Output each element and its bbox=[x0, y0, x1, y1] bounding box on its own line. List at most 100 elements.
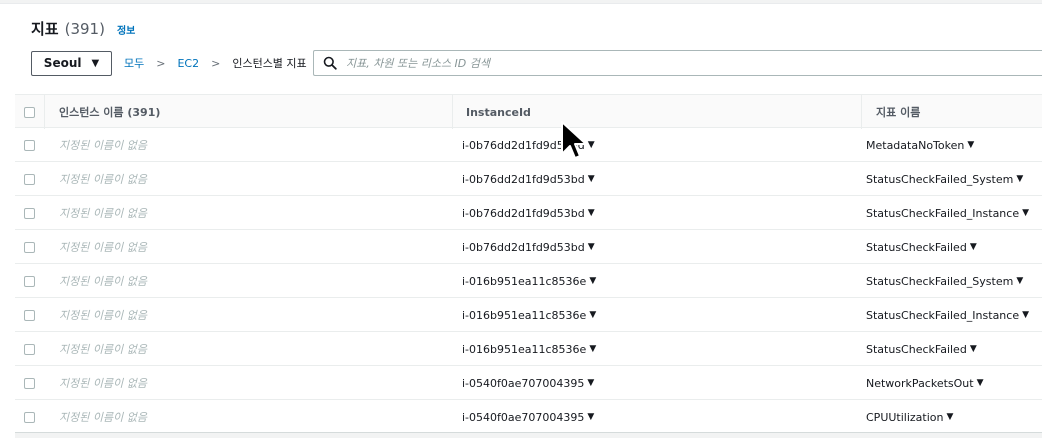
table-row[interactable]: 지정된 이름이 없음 i-0540f0ae707004395 ▼ CPUUtiliza… bbox=[15, 400, 1042, 434]
caret-down-icon[interactable]: ▼ bbox=[587, 378, 594, 388]
breadcrumb-ec2[interactable]: EC2 bbox=[177, 57, 199, 70]
caret-down-icon[interactable]: ▼ bbox=[588, 208, 595, 218]
column-header-name[interactable]: 인스턴스 이름 (391) bbox=[59, 95, 160, 129]
row-select-cell bbox=[24, 366, 35, 400]
table-row[interactable]: 지정된 이름이 없음 i-0540f0ae707004395 ▼ NetworkPac… bbox=[15, 366, 1042, 400]
table-row[interactable]: 지정된 이름이 없음 i-016b951ea11c8536e ▼ StatusChec… bbox=[15, 332, 1042, 366]
row-select-cell bbox=[24, 230, 35, 264]
row-checkbox[interactable] bbox=[24, 275, 35, 287]
caret-down-icon[interactable]: ▼ bbox=[1022, 310, 1029, 320]
row-checkbox[interactable] bbox=[24, 309, 35, 321]
caret-down-icon[interactable]: ▼ bbox=[977, 378, 984, 388]
caret-down-icon[interactable]: ▼ bbox=[588, 242, 595, 252]
instance-id-text: i-016b951ea11c8536e bbox=[462, 308, 587, 322]
breadcrumb: 모두 > EC2 > 인스턴스별 지표 bbox=[124, 55, 307, 71]
caret-down-icon[interactable]: ▼ bbox=[588, 174, 595, 184]
row-select-cell bbox=[24, 332, 35, 366]
caret-down-icon[interactable]: ▼ bbox=[589, 310, 596, 320]
metric-name-text: StatusCheckFailed bbox=[866, 240, 967, 254]
metric-name-text: NetworkPacketsOut bbox=[866, 376, 974, 390]
instance-id-cell: i-016b951ea11c8536e ▼ bbox=[462, 298, 596, 332]
instance-id-text: i-0540f0ae707004395 bbox=[462, 410, 585, 424]
table-row[interactable]: 지정된 이름이 없음 i-0b76dd2d1fd9d53bd ▼ StatusChec… bbox=[15, 196, 1042, 230]
metric-name-cell: NetworkPacketsOut ▼ bbox=[866, 366, 984, 400]
metric-name-cell: StatusCheckFailed_System ▼ bbox=[866, 264, 1023, 298]
caret-down-icon[interactable]: ▼ bbox=[946, 412, 953, 422]
column-divider bbox=[44, 95, 45, 129]
metric-name-cell: StatusCheckFailed ▼ bbox=[866, 230, 977, 264]
caret-down-icon[interactable]: ▼ bbox=[967, 140, 974, 150]
row-checkbox[interactable] bbox=[24, 207, 35, 219]
instance-id-cell: i-016b951ea11c8536e ▼ bbox=[462, 332, 596, 366]
instance-id-cell: i-016b951ea11c8536e ▼ bbox=[462, 264, 596, 298]
search-box[interactable] bbox=[313, 50, 1042, 76]
column-header-metric[interactable]: 지표 이름 bbox=[876, 95, 920, 129]
caret-down-icon[interactable]: ▼ bbox=[587, 412, 594, 422]
instance-name-cell: 지정된 이름이 없음 bbox=[59, 173, 147, 186]
instance-id-text: i-016b951ea11c8536e bbox=[462, 342, 587, 356]
metric-name-text: StatusCheckFailed bbox=[866, 342, 967, 356]
row-select-cell bbox=[24, 196, 35, 230]
metric-count: (391) bbox=[64, 20, 105, 38]
metric-name-cell: MetadataNoToken ▼ bbox=[866, 128, 974, 162]
row-select-cell bbox=[24, 128, 35, 162]
region-dropdown[interactable]: Seoul ▼ bbox=[31, 50, 112, 76]
row-checkbox[interactable] bbox=[24, 377, 35, 389]
row-checkbox[interactable] bbox=[24, 411, 35, 423]
info-link[interactable]: 정보 bbox=[117, 22, 135, 37]
metric-name-text: StatusCheckFailed_System bbox=[866, 172, 1014, 186]
table-row[interactable]: 지정된 이름이 없음 i-016b951ea11c8536e ▼ StatusChec… bbox=[15, 264, 1042, 298]
caret-down-icon[interactable]: ▼ bbox=[589, 344, 596, 354]
row-checkbox[interactable] bbox=[24, 139, 35, 151]
page-title: 지표 bbox=[31, 20, 59, 38]
page-header: 지표 (391) 정보 bbox=[31, 18, 135, 39]
instance-id-cell: i-0540f0ae707004395 ▼ bbox=[462, 366, 594, 400]
instance-name-cell: 지정된 이름이 없음 bbox=[59, 343, 147, 356]
metric-name-text: MetadataNoToken bbox=[866, 138, 965, 152]
caret-down-icon[interactable]: ▼ bbox=[970, 242, 977, 252]
select-all-cell bbox=[24, 95, 35, 129]
caret-down-icon[interactable]: ▼ bbox=[970, 344, 977, 354]
table-row[interactable]: 지정된 이름이 없음 i-016b951ea11c8536e ▼ StatusChec… bbox=[15, 298, 1042, 332]
instance-id-cell: i-0540f0ae707004395 ▼ bbox=[462, 400, 594, 434]
instance-name-cell: 지정된 이름이 없음 bbox=[59, 411, 147, 424]
row-checkbox[interactable] bbox=[24, 173, 35, 185]
caret-down-icon[interactable]: ▼ bbox=[588, 140, 595, 150]
row-checkbox[interactable] bbox=[24, 343, 35, 355]
column-divider bbox=[452, 95, 453, 129]
caret-down-icon[interactable]: ▼ bbox=[1016, 174, 1023, 184]
search-icon bbox=[323, 56, 337, 70]
column-header-instance-id[interactable]: InstanceId bbox=[466, 95, 531, 129]
instance-id-text: i-0b76dd2d1fd9d53bd bbox=[462, 172, 585, 186]
row-select-cell bbox=[24, 162, 35, 196]
table-row[interactable]: 지정된 이름이 없음 i-0b76dd2d1fd9d53bd ▼ StatusChec… bbox=[15, 230, 1042, 264]
metric-name-text: CPUUtilization bbox=[866, 410, 944, 424]
chevron-right-icon: > bbox=[211, 56, 221, 70]
row-select-cell bbox=[24, 298, 35, 332]
caret-down-icon[interactable]: ▼ bbox=[1022, 208, 1029, 218]
instance-id-text: i-0540f0ae707004395 bbox=[462, 376, 585, 390]
table-header: 인스턴스 이름 (391) InstanceId 지표 이름 bbox=[15, 94, 1042, 129]
instance-name-cell: 지정된 이름이 없음 bbox=[59, 139, 147, 152]
search-input[interactable] bbox=[346, 56, 996, 70]
instance-name-cell: 지정된 이름이 없음 bbox=[59, 207, 147, 220]
table-row[interactable]: 지정된 이름이 없음 i-0b76dd2d1fd9d53bd ▼ MetadataNo… bbox=[15, 128, 1042, 162]
metric-name-cell: StatusCheckFailed ▼ bbox=[866, 332, 977, 366]
select-all-checkbox[interactable] bbox=[24, 106, 35, 118]
table-body: 지정된 이름이 없음 i-0b76dd2d1fd9d53bd ▼ MetadataNo… bbox=[15, 128, 1042, 434]
caret-down-icon[interactable]: ▼ bbox=[589, 276, 596, 286]
region-label: Seoul bbox=[43, 56, 82, 70]
metric-name-text: StatusCheckFailed_System bbox=[866, 274, 1014, 288]
breadcrumb-current: 인스턴스별 지표 bbox=[232, 57, 307, 70]
row-select-cell bbox=[24, 264, 35, 298]
row-checkbox[interactable] bbox=[24, 241, 35, 253]
table-row[interactable]: 지정된 이름이 없음 i-0b76dd2d1fd9d53bd ▼ StatusChec… bbox=[15, 162, 1042, 196]
top-strip bbox=[0, 0, 1042, 4]
chevron-right-icon: > bbox=[156, 56, 166, 70]
instance-id-cell: i-0b76dd2d1fd9d53bd ▼ bbox=[462, 230, 595, 264]
caret-down-icon[interactable]: ▼ bbox=[1016, 276, 1023, 286]
instance-id-text: i-0b76dd2d1fd9d53bd bbox=[462, 138, 585, 152]
breadcrumb-all[interactable]: 모두 bbox=[124, 55, 144, 71]
metric-name-text: StatusCheckFailed_Instance bbox=[866, 206, 1020, 220]
column-divider bbox=[861, 95, 862, 129]
